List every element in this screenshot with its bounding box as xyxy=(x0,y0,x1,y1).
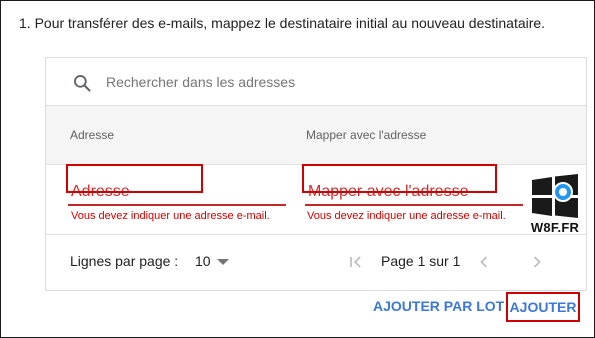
address-error-text: Vous devez indiquer une adresse e-mail. xyxy=(71,210,270,222)
search-input[interactable] xyxy=(106,71,546,93)
page-indicator: Page 1 sur 1 xyxy=(381,253,461,269)
mapping-field[interactable] xyxy=(305,177,523,206)
watermark-text: W8F.FR xyxy=(530,220,580,235)
add-button[interactable]: AJOUTER xyxy=(506,292,580,322)
pagination-bar: Lignes par page : 10 Page 1 sur 1 xyxy=(46,234,586,290)
search-bar xyxy=(46,58,586,106)
first-page-icon[interactable] xyxy=(346,252,366,272)
table-header: Adresse Mapper avec l'adresse xyxy=(46,106,586,165)
address-field[interactable] xyxy=(68,177,286,206)
table-row: Vous devez indiquer une adresse e-mail. … xyxy=(46,164,586,234)
chevron-left-icon[interactable] xyxy=(474,252,494,272)
rows-per-page-label: Lignes par page : xyxy=(70,253,179,269)
address-field-wrapper xyxy=(68,177,286,206)
address-mapping-card: Adresse Mapper avec l'adresse Vous devez… xyxy=(45,57,587,291)
mapping-error-text: Vous devez indiquer une adresse e-mail. xyxy=(307,210,506,222)
chevron-down-icon[interactable] xyxy=(217,259,229,265)
mapping-field-wrapper xyxy=(305,177,523,206)
chevron-right-icon[interactable] xyxy=(527,252,547,272)
rows-per-page-select[interactable]: 10 xyxy=(195,253,211,269)
search-icon xyxy=(74,75,91,92)
instruction-text: 1. Pour transférer des e-mails, mappez l… xyxy=(19,15,546,31)
bulk-add-button[interactable]: AJOUTER PAR LOT xyxy=(373,298,504,314)
column-header-address: Adresse xyxy=(70,128,115,142)
column-header-mapping: Mapper avec l'adresse xyxy=(306,128,427,142)
windows-flag-icon xyxy=(532,174,578,218)
w8f-logo: W8F.FR xyxy=(530,174,580,236)
